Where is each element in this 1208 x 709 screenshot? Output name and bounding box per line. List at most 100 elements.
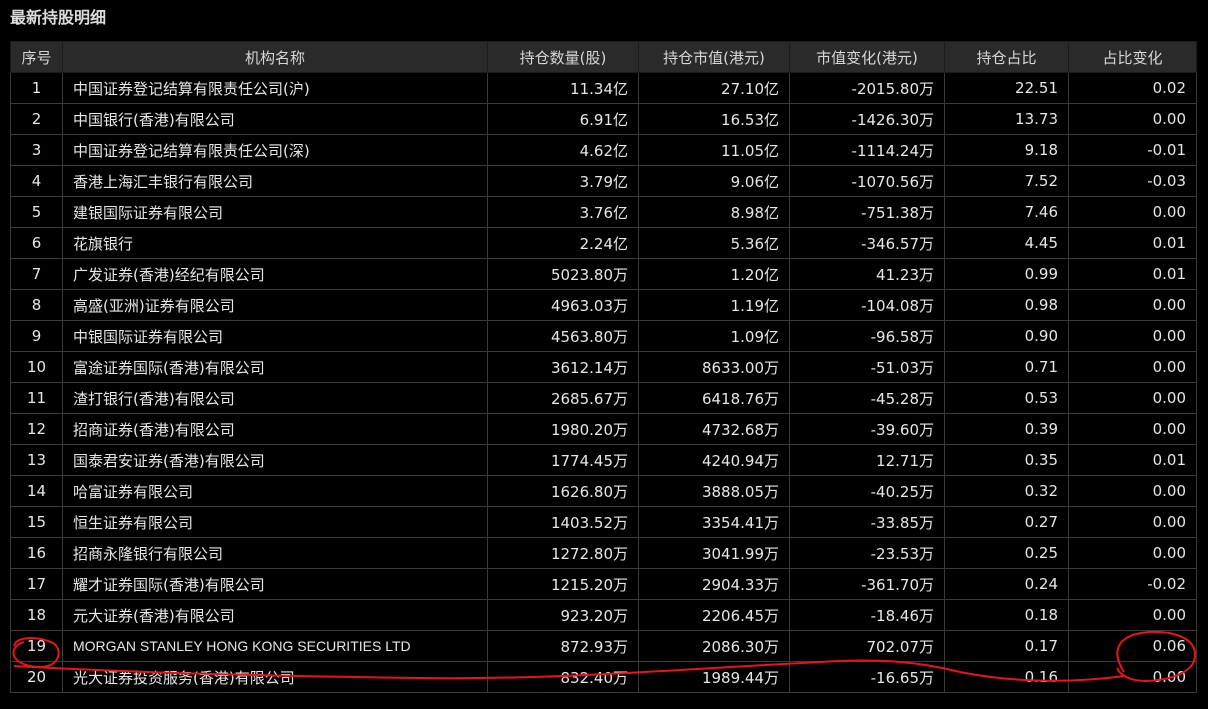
table-row[interactable]: 13 国泰君安证券(香港)有限公司 1774.45万 4240.94万 12.71万 0.… [10, 444, 1197, 476]
institution-name-cell: 高盛(亚洲)证券有限公司 [62, 289, 488, 321]
table-row[interactable]: 12 招商证券(香港)有限公司 1980.20万 4732.68万 -39.60万 0.3… [10, 413, 1197, 445]
ratio-change-cell: 0.00 [1068, 320, 1197, 352]
table-row[interactable]: 19 MORGAN STANLEY HONG KONG SECURITIES LT… [10, 630, 1197, 662]
shares-held-cell: 5023.80万 [487, 258, 639, 290]
col-header-holding-ratio[interactable]: 持仓占比 [944, 41, 1069, 73]
market-value-cell: 2904.33万 [638, 568, 790, 600]
ratio-change-cell: 0.00 [1068, 196, 1197, 228]
holding-ratio-cell: 0.25 [944, 537, 1069, 569]
panel-title: 最新持股明细 [10, 8, 107, 27]
holding-ratio-cell: 0.24 [944, 568, 1069, 600]
shares-held-cell: 1980.20万 [487, 413, 639, 445]
col-header-market-value[interactable]: 持仓市值(港元) [638, 41, 790, 73]
shares-held-cell: 1403.52万 [487, 506, 639, 538]
shares-held-cell: 2.24亿 [487, 227, 639, 259]
row-index-cell: 19 [10, 630, 63, 662]
institution-name-cell: 光大证券投资服务(香港)有限公司 [62, 661, 488, 693]
institution-name-cell: 招商证券(香港)有限公司 [62, 413, 488, 445]
col-header-shares[interactable]: 持仓数量(股) [487, 41, 639, 73]
ratio-change-cell: 0.00 [1068, 475, 1197, 507]
market-value-cell: 27.10亿 [638, 72, 790, 104]
table-row[interactable]: 18 元大证券(香港)有限公司 923.20万 2206.45万 -18.46万 0.18… [10, 599, 1197, 631]
table-row[interactable]: 5 建银国际证券有限公司 3.76亿 8.98亿 -751.38万 7.46 0.00 [10, 196, 1197, 228]
table-row[interactable]: 11 渣打银行(香港)有限公司 2685.67万 6418.76万 -45.28万 0.5… [10, 382, 1197, 414]
institution-name-cell: 耀才证券国际(香港)有限公司 [62, 568, 488, 600]
holding-ratio-cell: 0.90 [944, 320, 1069, 352]
value-change-cell: 702.07万 [789, 630, 945, 662]
row-index-cell: 18 [10, 599, 63, 631]
table-row[interactable]: 15 恒生证券有限公司 1403.52万 3354.41万 -33.85万 0.27 0.0… [10, 506, 1197, 538]
holding-ratio-cell: 13.73 [944, 103, 1069, 135]
institution-name-cell: 花旗银行 [62, 227, 488, 259]
ratio-change-cell: 0.00 [1068, 351, 1197, 383]
market-value-cell: 4240.94万 [638, 444, 790, 476]
market-value-cell: 2086.30万 [638, 630, 790, 662]
shares-held-cell: 1774.45万 [487, 444, 639, 476]
table-row[interactable]: 1 中国证券登记结算有限责任公司(沪) 11.34亿 27.10亿 -2015.80万 2… [10, 72, 1197, 104]
market-value-cell: 4732.68万 [638, 413, 790, 445]
table-row[interactable]: 2 中国银行(香港)有限公司 6.91亿 16.53亿 -1426.30万 13.73 0.… [10, 103, 1197, 135]
institution-name-cell: 元大证券(香港)有限公司 [62, 599, 488, 631]
institution-name-cell: 渣打银行(香港)有限公司 [62, 382, 488, 414]
holding-ratio-cell: 0.71 [944, 351, 1069, 383]
institution-name-cell: 哈富证券有限公司 [62, 475, 488, 507]
shares-held-cell: 1272.80万 [487, 537, 639, 569]
value-change-cell: -40.25万 [789, 475, 945, 507]
value-change-cell: -33.85万 [789, 506, 945, 538]
row-index-cell: 17 [10, 568, 63, 600]
holding-ratio-cell: 7.52 [944, 165, 1069, 197]
market-value-cell: 8633.00万 [638, 351, 790, 383]
col-header-index[interactable]: 序号 [10, 41, 63, 73]
table-row[interactable]: 10 富途证券国际(香港)有限公司 3612.14万 8633.00万 -51.03万 0… [10, 351, 1197, 383]
institution-name-cell: 中国证券登记结算有限责任公司(沪) [62, 72, 488, 104]
ratio-change-cell: 0.00 [1068, 382, 1197, 414]
table-row[interactable]: 20 光大证券投资服务(香港)有限公司 832.40万 1989.44万 -16.65万… [10, 661, 1197, 693]
holding-ratio-cell: 0.32 [944, 475, 1069, 507]
shares-held-cell: 923.20万 [487, 599, 639, 631]
institution-name-cell: MORGAN STANLEY HONG KONG SECURITIES LTD [62, 630, 488, 662]
table-row[interactable]: 8 高盛(亚洲)证券有限公司 4963.03万 1.19亿 -104.08万 0.98 0.… [10, 289, 1197, 321]
table-row[interactable]: 14 哈富证券有限公司 1626.80万 3888.05万 -40.25万 0.32 0.0… [10, 475, 1197, 507]
value-change-cell: -104.08万 [789, 289, 945, 321]
shares-held-cell: 11.34亿 [487, 72, 639, 104]
ratio-change-cell: 0.01 [1068, 227, 1197, 259]
col-header-institution[interactable]: 机构名称 [62, 41, 488, 73]
col-header-ratio-change[interactable]: 占比变化 [1068, 41, 1197, 73]
value-change-cell: -1114.24万 [789, 134, 945, 166]
row-index-cell: 13 [10, 444, 63, 476]
table-row[interactable]: 9 中银国际证券有限公司 4563.80万 1.09亿 -96.58万 0.90 0.00 [10, 320, 1197, 352]
ratio-change-cell: -0.01 [1068, 134, 1197, 166]
holding-ratio-cell: 9.18 [944, 134, 1069, 166]
value-change-cell: -346.57万 [789, 227, 945, 259]
market-value-cell: 5.36亿 [638, 227, 790, 259]
table-row[interactable]: 6 花旗银行 2.24亿 5.36亿 -346.57万 4.45 0.01 [10, 227, 1197, 259]
shares-held-cell: 1215.20万 [487, 568, 639, 600]
holding-ratio-cell: 0.16 [944, 661, 1069, 693]
value-change-cell: 12.71万 [789, 444, 945, 476]
shares-held-cell: 4.62亿 [487, 134, 639, 166]
value-change-cell: -23.53万 [789, 537, 945, 569]
shares-held-cell: 2685.67万 [487, 382, 639, 414]
holding-ratio-cell: 0.98 [944, 289, 1069, 321]
holding-ratio-cell: 0.53 [944, 382, 1069, 414]
shares-held-cell: 872.93万 [487, 630, 639, 662]
row-index-cell: 4 [10, 165, 63, 197]
table-row[interactable]: 3 中国证券登记结算有限责任公司(深) 4.62亿 11.05亿 -1114.24万 9.… [10, 134, 1197, 166]
row-index-cell: 5 [10, 196, 63, 228]
row-index-cell: 1 [10, 72, 63, 104]
market-value-cell: 2206.45万 [638, 599, 790, 631]
ratio-change-cell: 0.00 [1068, 413, 1197, 445]
value-change-cell: -2015.80万 [789, 72, 945, 104]
institution-name-cell: 建银国际证券有限公司 [62, 196, 488, 228]
row-index-cell: 12 [10, 413, 63, 445]
institution-name-cell: 中国证券登记结算有限责任公司(深) [62, 134, 488, 166]
value-change-cell: -1070.56万 [789, 165, 945, 197]
table-row[interactable]: 17 耀才证券国际(香港)有限公司 1215.20万 2904.33万 -361.70万… [10, 568, 1197, 600]
table-row[interactable]: 16 招商永隆银行有限公司 1272.80万 3041.99万 -23.53万 0.25 0… [10, 537, 1197, 569]
table-row[interactable]: 7 广发证券(香港)经纪有限公司 5023.80万 1.20亿 41.23万 0.99 0.… [10, 258, 1197, 290]
row-index-cell: 7 [10, 258, 63, 290]
col-header-value-change[interactable]: 市值变化(港元) [789, 41, 945, 73]
institution-name-cell: 中国银行(香港)有限公司 [62, 103, 488, 135]
table-row[interactable]: 4 香港上海汇丰银行有限公司 3.79亿 9.06亿 -1070.56万 7.52 -0.0… [10, 165, 1197, 197]
holding-ratio-cell: 0.39 [944, 413, 1069, 445]
